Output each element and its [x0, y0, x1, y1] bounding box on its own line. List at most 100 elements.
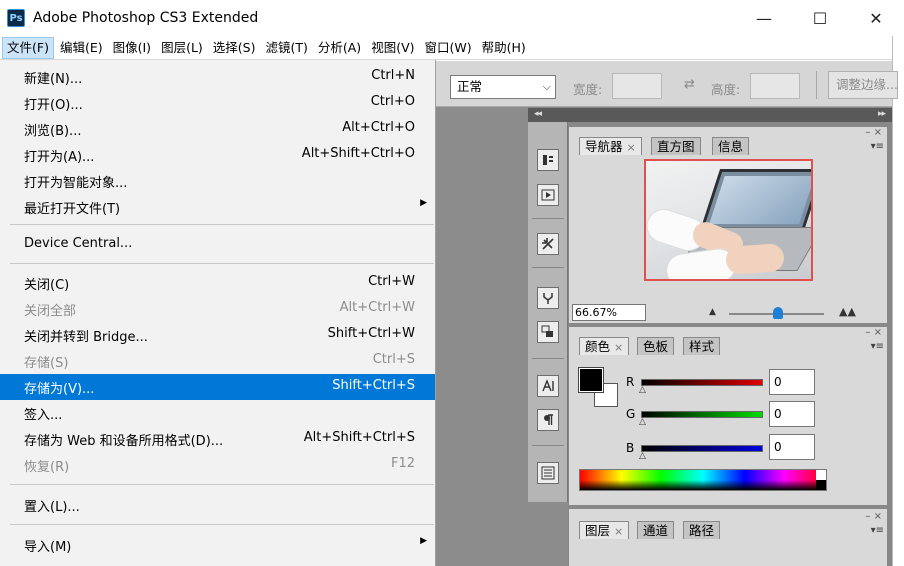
zoom-in-icon[interactable]: ▲▲ [839, 305, 856, 318]
character-icon[interactable] [537, 375, 559, 397]
height-input[interactable] [750, 73, 800, 99]
tab-label: 直方图 [657, 139, 695, 154]
menu-file[interactable]: 文件(F) [2, 36, 54, 59]
menu-item-save-for-web[interactable]: 存储为 Web 和设备所用格式(D)... Alt+Shift+Ctrl+S [0, 426, 435, 452]
close-icon[interactable]: × [627, 141, 636, 154]
slider-handle-icon[interactable]: △ [639, 385, 646, 395]
menu-item-label: 打开为(A)... [24, 150, 95, 165]
menu-item-label: 新建(N)... [24, 72, 83, 87]
menu-item-label: 打开为智能对象... [24, 176, 128, 191]
tab-layers[interactable]: 图层 × [579, 521, 630, 539]
menu-analysis[interactable]: 分析(A) [314, 37, 365, 59]
panel-controls[interactable]: – × [865, 327, 882, 338]
red-slider[interactable] [641, 379, 763, 386]
tab-paths[interactable]: 路径 [683, 521, 721, 539]
mode-select[interactable]: 正常 ⌵ [450, 75, 556, 99]
width-input[interactable] [612, 73, 662, 99]
menu-item-new[interactable]: 新建(N)... Ctrl+N [0, 64, 435, 90]
menu-item-label: 存储为(V)... [24, 382, 95, 397]
swap-icon[interactable]: ⇄ [684, 77, 695, 92]
minimize-button[interactable]: — [736, 0, 792, 36]
dock-collapse-icon[interactable]: ◂◂ [534, 109, 542, 119]
menu-item-label: 打开(O)... [24, 98, 83, 113]
tab-swatches[interactable]: 色板 [637, 337, 675, 355]
panel-controls[interactable]: – × [865, 127, 882, 138]
panel-controls[interactable]: – × [865, 511, 882, 522]
menu-item-open-as[interactable]: 打开为(A)... Alt+Shift+Ctrl+O [0, 142, 435, 168]
menu-image[interactable]: 图像(I) [109, 37, 155, 59]
blue-value-input[interactable]: 0 [769, 434, 815, 460]
navigator-panel: 导航器 × 直方图 信息 – × ▾≡ 66.67% ▲ ▲▲ [568, 126, 888, 324]
menu-view[interactable]: 视图(V) [367, 37, 418, 59]
menu-item-device-central[interactable]: Device Central... [0, 232, 435, 258]
tab-label: 通道 [643, 523, 669, 538]
panel-menu-icon[interactable]: ▾≡ [871, 341, 884, 352]
tab-color[interactable]: 颜色 × [579, 337, 630, 355]
minimize-icon[interactable]: – [865, 511, 870, 522]
menu-item-shortcut: Ctrl+S [372, 352, 415, 367]
menu-layer[interactable]: 图层(L) [157, 37, 207, 59]
tab-histogram[interactable]: 直方图 [651, 137, 701, 155]
panel-menu-icon[interactable]: ▾≡ [871, 141, 884, 152]
color-spectrum-bar[interactable] [579, 469, 827, 491]
menu-edit[interactable]: 编辑(E) [56, 37, 107, 59]
menu-item-close-and-go-to-bridge[interactable]: 关闭并转到 Bridge... Shift+Ctrl+W [0, 322, 435, 348]
blue-slider[interactable] [641, 445, 763, 452]
menu-item-revert: 恢复(R) F12 [0, 452, 435, 478]
green-value-input[interactable]: 0 [769, 401, 815, 427]
tab-info[interactable]: 信息 [712, 137, 750, 155]
menu-item-import[interactable]: 导入(M) ▶ [0, 532, 435, 558]
navigator-thumbnail[interactable] [644, 159, 813, 281]
menu-item-open-smart-object[interactable]: 打开为智能对象... [0, 168, 435, 194]
slider-handle-icon[interactable]: △ [639, 417, 646, 427]
close-icon[interactable]: × [614, 341, 623, 354]
close-button[interactable]: ✕ [848, 0, 904, 36]
zoom-input[interactable]: 66.67% [572, 304, 646, 321]
close-icon[interactable]: × [874, 127, 882, 138]
window-title: Adobe Photoshop CS3 Extended [33, 10, 259, 26]
menu-item-open[interactable]: 打开(O)... Ctrl+O [0, 90, 435, 116]
brushes-icon[interactable] [537, 287, 559, 309]
actions-play-icon[interactable] [537, 184, 559, 206]
menu-item-label: 存储(S) [24, 356, 69, 371]
panel-menu-icon[interactable]: ▾≡ [871, 525, 884, 536]
tool-presets-icon[interactable] [537, 233, 559, 255]
foreground-color-swatch[interactable] [578, 367, 604, 393]
tab-channels[interactable]: 通道 [637, 521, 675, 539]
tab-styles[interactable]: 样式 [683, 337, 721, 355]
dock-expand-icon[interactable]: ▸▸ [878, 109, 886, 119]
zoom-out-icon[interactable]: ▲ [709, 307, 716, 317]
menu-item-browse[interactable]: 浏览(B)... Alt+Ctrl+O [0, 116, 435, 142]
menu-item-label: 置入(L)... [24, 500, 80, 515]
refine-edge-button[interactable]: 调整边缘... [828, 71, 898, 99]
menu-select[interactable]: 选择(S) [209, 37, 260, 59]
minimize-icon[interactable]: – [865, 327, 870, 338]
menu-item-close[interactable]: 关闭(C) Ctrl+W [0, 270, 435, 296]
menu-item-recent-files[interactable]: 最近打开文件(T) ▶ [0, 194, 435, 220]
tab-navigator[interactable]: 导航器 × [579, 137, 642, 155]
menu-help[interactable]: 帮助(H) [478, 37, 530, 59]
red-value-input[interactable]: 0 [769, 369, 815, 395]
close-icon[interactable]: × [614, 525, 623, 538]
menu-item-check-in[interactable]: 签入... [0, 400, 435, 426]
height-label: 高度: [711, 82, 741, 97]
zoom-slider-handle[interactable] [773, 307, 783, 319]
clone-source-icon[interactable] [537, 321, 559, 343]
close-icon[interactable]: × [874, 327, 882, 338]
green-slider[interactable] [641, 411, 763, 418]
menu-item-place[interactable]: 置入(L)... [0, 492, 435, 518]
width-label: 宽度: [573, 82, 603, 97]
history-brush-icon[interactable] [537, 149, 559, 171]
menu-filter[interactable]: 滤镜(T) [261, 37, 311, 59]
slider-handle-icon[interactable]: △ [639, 451, 646, 461]
submenu-arrow-icon: ▶ [420, 198, 427, 208]
maximize-button[interactable]: ☐ [792, 0, 848, 36]
minimize-icon[interactable]: – [865, 127, 870, 138]
menu-item-save-as[interactable]: 存储为(V)... Shift+Ctrl+S [0, 374, 435, 400]
menu-item-label: 关闭并转到 Bridge... [24, 330, 148, 345]
dock-empty-area [528, 502, 568, 566]
layer-comps-icon[interactable] [537, 462, 559, 484]
menu-window[interactable]: 窗口(W) [421, 37, 476, 59]
close-icon[interactable]: × [874, 511, 882, 522]
paragraph-icon[interactable] [537, 409, 559, 431]
